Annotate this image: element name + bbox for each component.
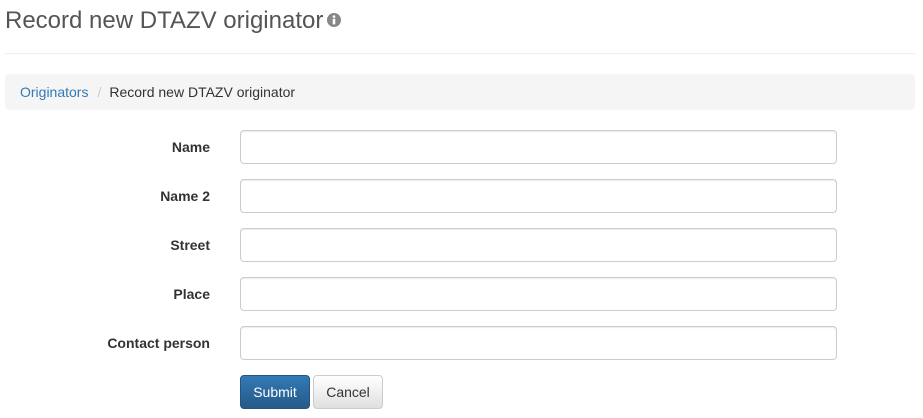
- contact-person-label: Contact person: [107, 335, 210, 351]
- page-title: Record new DTAZV originator: [5, 5, 342, 36]
- info-circle-icon[interactable]: [327, 5, 342, 35]
- breadcrumb-separator: /: [97, 84, 102, 100]
- place-label: Place: [173, 286, 210, 302]
- breadcrumb-link-originators[interactable]: Originators: [20, 84, 88, 100]
- contact-person-input[interactable]: [240, 326, 837, 360]
- name-label: Name: [171, 139, 210, 155]
- page-title-text: Record new DTAZV originator: [5, 7, 324, 34]
- place-input[interactable]: [240, 277, 837, 311]
- street-label: Street: [170, 237, 210, 253]
- street-input[interactable]: [240, 228, 837, 262]
- cancel-button[interactable]: Cancel: [313, 375, 383, 409]
- form-row-name: Name: [0, 130, 923, 164]
- breadcrumb-current: Record new DTAZV originator: [109, 84, 296, 100]
- form-row-street: Street: [0, 228, 923, 262]
- submit-button[interactable]: Submit: [240, 375, 310, 409]
- form-row-contact-person: Contact person: [0, 326, 923, 360]
- name-input[interactable]: [240, 130, 837, 164]
- form-row-place: Place: [0, 277, 923, 311]
- breadcrumb: Originators / Record new DTAZV originator: [5, 74, 915, 110]
- page: Record new DTAZV originator Originators /…: [0, 0, 923, 418]
- page-header: Record new DTAZV originator: [5, 0, 915, 54]
- form-row-name-2: Name 2: [0, 179, 923, 213]
- name-2-label: Name 2: [160, 188, 210, 204]
- name-2-input[interactable]: [240, 179, 837, 213]
